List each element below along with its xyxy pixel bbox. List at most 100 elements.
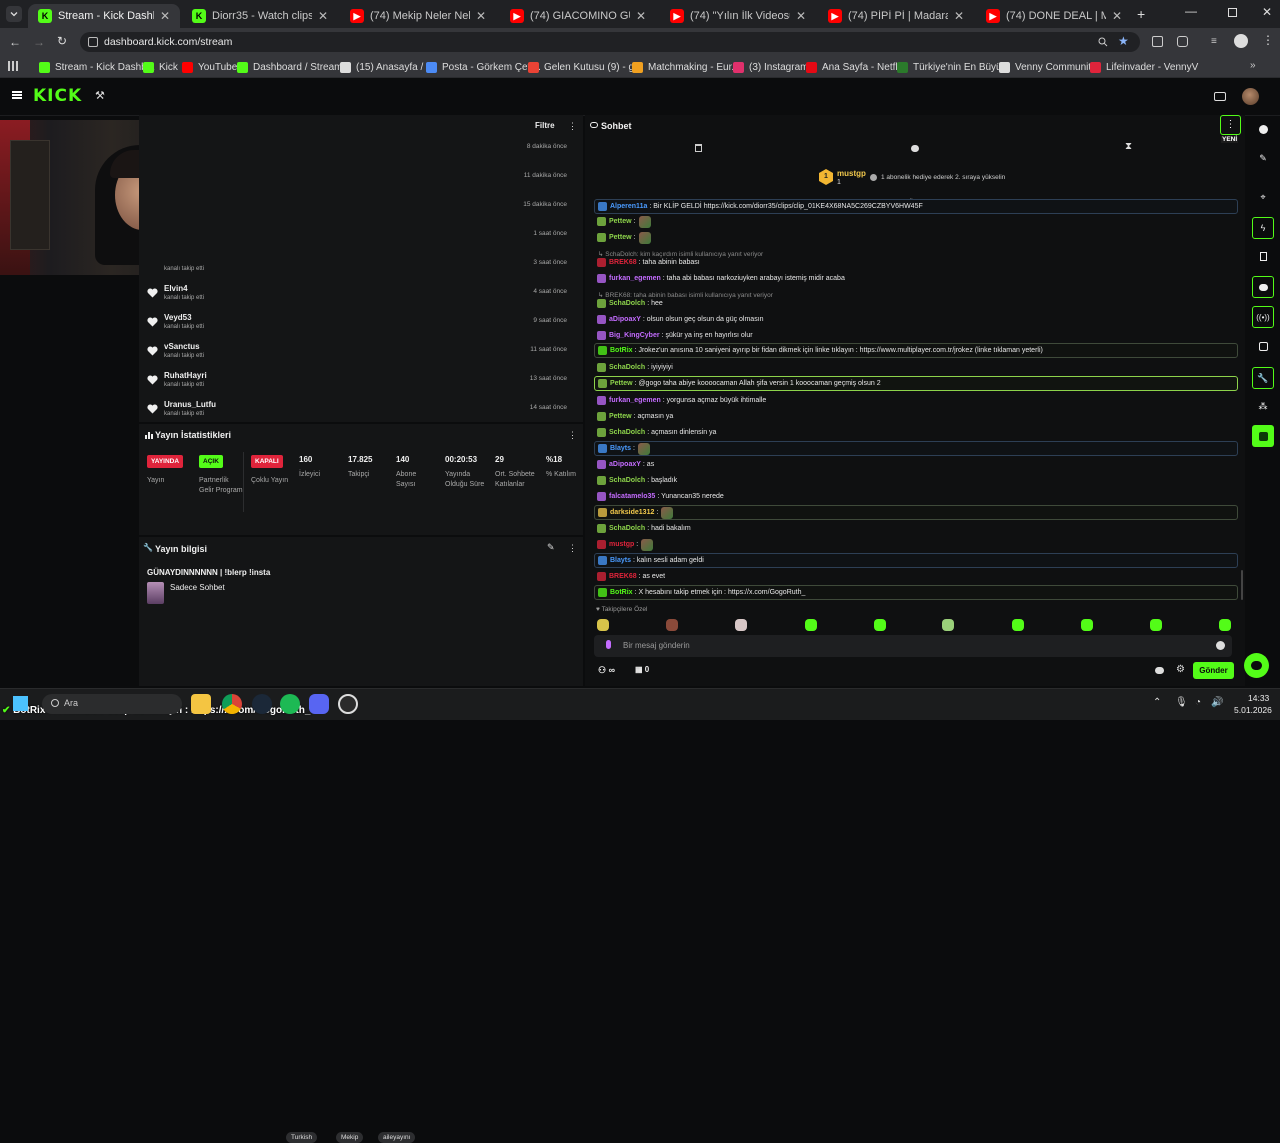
tab-1[interactable]: K Diorr35 - Watch clips on Kick ✕ [182,4,338,28]
chat-options-button[interactable]: ⋮ [1220,115,1241,135]
app-green-icon[interactable] [1252,425,1274,447]
chat-message[interactable]: SchaDolch: başladık [594,473,1238,488]
broadcast-icon[interactable]: ((•)) [1252,306,1274,328]
emote-icon[interactable] [666,619,678,631]
lightning-icon[interactable]: ϟ [1252,217,1274,239]
extension-icon[interactable] [1152,36,1163,47]
info-icon[interactable] [1252,118,1274,140]
close-tab-icon[interactable]: ✕ [1112,9,1122,23]
chat-username[interactable]: furkan_egemen [609,275,661,282]
bookmark-10[interactable]: Türkiye'nin En Büyü... [897,59,1010,75]
chat-username[interactable]: SchaDolch [609,429,645,436]
tab-4[interactable]: ▶ (74) "Yılın İlk Videosu" Kick & T ✕ [660,4,816,28]
chat-username[interactable]: aDipoaxY [609,461,641,468]
chat-username[interactable]: Pettew [609,234,632,241]
chat-message[interactable]: BREK68: taha abinin babası [594,255,1238,270]
chat-scrollbar[interactable] [1241,570,1243,600]
restore-button[interactable] [1228,8,1237,17]
clock-date[interactable]: 5.01.2026 [1234,705,1272,715]
spotify-icon[interactable] [280,694,300,714]
bookmark-6[interactable]: Gelen Kutusu (9) - g... [528,59,642,75]
kick-logo[interactable]: KICK [33,86,82,106]
star-icon[interactable]: ★ [1118,34,1129,48]
chat-username[interactable]: Pettew [610,380,633,387]
url-text[interactable]: dashboard.kick.com/stream [104,36,232,48]
more-bookmarks-icon[interactable]: » [1250,60,1256,71]
chat-username[interactable]: BotRix [610,589,633,596]
reload-icon[interactable]: ↻ [57,34,67,48]
chat-message[interactable]: SchaDolch: hee [594,296,1238,311]
chat-message[interactable]: aDipoaxY: olsun olsun geç olsun da güç o… [594,312,1238,327]
close-tab-icon[interactable]: ✕ [318,9,328,23]
chat-username[interactable]: SchaDolch [609,477,645,484]
send-button[interactable]: Gönder [1193,662,1234,679]
emoji-icon[interactable] [1216,641,1225,650]
category-name[interactable]: Sadece Sohbet [170,583,225,592]
tab-0[interactable]: K Stream - Kick Dashboard ✕ [28,4,180,28]
bookmark-7[interactable]: Matchmaking - Eur... [632,59,740,75]
tray-chevron-icon[interactable]: ⌃ [1153,697,1161,708]
trash-icon[interactable] [695,144,702,152]
channel-points[interactable]: ⚇ ∞ [598,665,615,676]
chat-message[interactable]: SchaDolch: hadi bakalım [594,521,1238,536]
chat-message[interactable]: furkan_egemen: taha abi babası narkoziuy… [594,271,1238,286]
close-tab-icon[interactable]: ✕ [954,9,964,23]
top-gifter-name[interactable]: mustgp [837,169,866,178]
pencil-icon[interactable]: ✎ [1252,147,1274,169]
site-info-icon[interactable] [88,37,98,47]
steam-icon[interactable] [252,694,272,714]
emote-icon[interactable] [735,619,747,631]
tag-pill[interactable]: aileyayını [378,1132,416,1143]
chat-username[interactable]: Blayts [610,445,631,452]
chrome-icon[interactable] [222,694,242,714]
chat-username[interactable]: Blayts [610,557,631,564]
chat-message[interactable]: BREK68: as evet [594,569,1238,584]
tab-6[interactable]: ▶ (74) DONE DEAL | Madara Oldu ✕ [976,4,1132,28]
chat-mode-icon[interactable] [911,145,919,152]
wifi-icon[interactable]: ◔ [1195,697,1201,708]
close-tab-icon[interactable]: ✕ [476,9,486,23]
chat-message[interactable]: mustgp: [594,537,1238,552]
chat-message[interactable]: Alperen11a: Bir KLİP GELDİ https://kick.… [594,199,1238,214]
close-tab-icon[interactable]: ✕ [636,9,646,23]
chat-message[interactable]: Big_KingCyber: şükür ya inş en hayırlısı… [594,328,1238,343]
emote-icon[interactable] [874,619,886,631]
bookmark-8[interactable]: (3) Instagram [733,59,808,75]
close-tab-icon[interactable]: ✕ [796,9,806,23]
chat-message[interactable]: Pettew: [594,214,1238,229]
users-icon[interactable] [1252,335,1274,357]
reading-list-icon[interactable]: ≡ [1211,36,1217,47]
stats-menu-icon[interactable]: ⋮ [568,430,577,441]
chat-username[interactable]: SchaDolch [609,364,645,371]
switch-view-icon[interactable] [1214,92,1226,101]
chat-username[interactable]: Pettew [609,218,632,225]
floating-chat-button[interactable] [1244,653,1269,678]
hammer-icon[interactable]: ⚒ [95,89,105,102]
filter-button[interactable]: Filtre [535,121,555,130]
tag-pill[interactable]: Mekip [336,1132,364,1143]
chat-username[interactable]: Alperen11a [610,203,647,210]
bookmark-0[interactable]: Stream - Kick Dashb... [39,59,155,75]
emote-icon[interactable] [805,619,817,631]
tab-5[interactable]: ▶ (74) PİPİ Pİ | Madara Olduk #62 ✕ [818,4,974,28]
taskbar-search[interactable]: Ara [42,694,182,714]
new-tab-button[interactable]: + [1137,6,1145,22]
chat-message[interactable]: Blayts: [594,441,1238,456]
emote-icon[interactable] [1150,619,1162,631]
emote-icon[interactable] [1219,619,1231,631]
chat-message[interactable]: furkan_egemen: yorgunsa açmaz büyük ihti… [594,393,1238,408]
chat-username[interactable]: mustgp [609,541,634,548]
tab-2[interactable]: ▶ (74) Mekip Neler Neler 34.Bölü ✕ [340,4,496,28]
chat-username[interactable]: aDipoaxY [609,316,641,323]
hourglass-icon[interactable]: ⧗ [1125,141,1132,152]
info-menu-icon[interactable]: ⋮ [568,543,577,554]
emote-icon[interactable] [1012,619,1024,631]
folder-icon[interactable] [191,694,211,714]
chat-message[interactable]: Blayts: kalın sesli adam geldi [594,553,1238,568]
edit-icon[interactable]: ✎ [547,542,555,553]
volume-icon[interactable]: 🔊 [1211,697,1223,708]
chat-icon[interactable] [1252,276,1274,298]
url-box[interactable]: dashboard.kick.com/stream ★ [80,32,1140,52]
target-icon[interactable]: ⌖ [1252,186,1274,208]
chat-username[interactable]: SchaDolch [609,300,645,307]
